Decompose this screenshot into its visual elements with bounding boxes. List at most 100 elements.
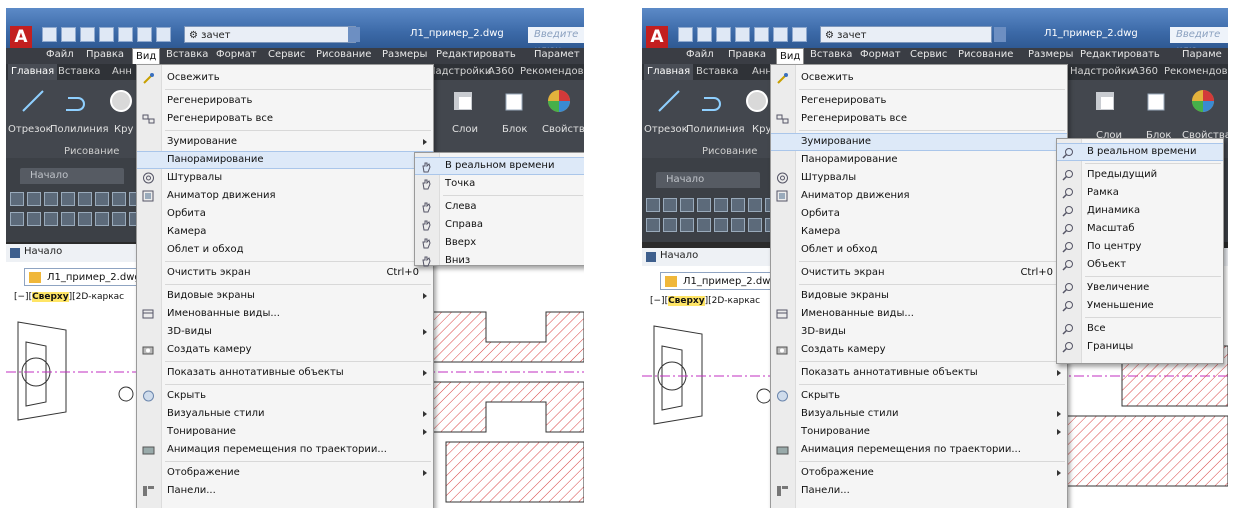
polyline-tool-icon[interactable] bbox=[64, 88, 90, 114]
menu-item-7[interactable]: Орбита bbox=[137, 205, 433, 223]
menu-item-4[interactable]: Панорамирование bbox=[137, 151, 433, 169]
menu-item-2[interactable]: Регенерировать все bbox=[771, 110, 1067, 128]
menu-file[interactable]: Файл bbox=[686, 49, 714, 60]
menu-item-20[interactable]: Отображение bbox=[137, 464, 433, 482]
menu-item-8[interactable]: Камера bbox=[137, 223, 433, 241]
menu-item-21[interactable]: Панели... bbox=[771, 482, 1067, 500]
tab-annotate[interactable]: Анн bbox=[752, 66, 772, 77]
menu-item-16[interactable]: Скрыть bbox=[771, 387, 1067, 405]
save-as-icon[interactable] bbox=[735, 27, 750, 42]
submenu-item-4[interactable]: Вверх bbox=[415, 234, 584, 252]
drawing-tab[interactable]: Л1_пример_2.dwg bbox=[24, 268, 144, 286]
menu-item-5[interactable]: Штурвалы bbox=[137, 169, 433, 187]
toolbar-tool-icon[interactable] bbox=[27, 212, 41, 226]
menu-edit[interactable]: Правка bbox=[86, 49, 124, 60]
polyline-tool-icon[interactable] bbox=[700, 88, 726, 114]
toolbar-tool-icon[interactable] bbox=[646, 218, 660, 232]
save-as-icon[interactable] bbox=[99, 27, 114, 42]
toolbar-tool-icon[interactable] bbox=[10, 192, 24, 206]
undo-icon[interactable] bbox=[773, 27, 788, 42]
circle-tool-icon[interactable] bbox=[108, 88, 134, 114]
menu-item-11[interactable]: Видовые экраны bbox=[137, 287, 433, 305]
toolbar-tool-icon[interactable] bbox=[112, 212, 126, 226]
circle-tool-icon[interactable] bbox=[744, 88, 770, 114]
menu-item-6[interactable]: Аниматор движения bbox=[771, 187, 1067, 205]
menu-item-3[interactable]: Зумирование bbox=[771, 133, 1067, 151]
print-icon[interactable] bbox=[118, 27, 133, 42]
submenu-item-7[interactable]: Увеличение bbox=[1057, 279, 1223, 297]
menu-item-21[interactable]: Панели... bbox=[137, 482, 433, 500]
toolbar-tool-icon[interactable] bbox=[714, 198, 728, 212]
menu-item-10[interactable]: Очистить экран Ctrl+0 bbox=[771, 264, 1067, 282]
menu-modify[interactable]: Редактировать bbox=[436, 49, 516, 60]
file-tab-label[interactable]: Начало bbox=[24, 246, 62, 257]
workspace-menu-arrow-icon[interactable] bbox=[348, 27, 360, 42]
open-file-icon[interactable] bbox=[61, 27, 76, 42]
submenu-item-8[interactable]: Уменьшение bbox=[1057, 297, 1223, 315]
menu-insert[interactable]: Вставка bbox=[810, 49, 852, 60]
new-file-icon[interactable] bbox=[42, 27, 57, 42]
toolbar-tool-icon[interactable] bbox=[714, 218, 728, 232]
menu-item-4[interactable]: Панорамирование bbox=[771, 151, 1067, 169]
menu-view[interactable]: Вид bbox=[776, 48, 805, 65]
menu-item-7[interactable]: Орбита bbox=[771, 205, 1067, 223]
tab-insert[interactable]: Вставка bbox=[696, 66, 738, 77]
menu-draw[interactable]: Рисование bbox=[316, 49, 371, 60]
save-icon[interactable] bbox=[80, 27, 95, 42]
toolbar-tool-icon[interactable] bbox=[10, 212, 24, 226]
menu-item-13[interactable]: 3D-виды bbox=[137, 323, 433, 341]
submenu-item-2[interactable]: Рамка bbox=[1057, 184, 1223, 202]
tab-insert[interactable]: Вставка bbox=[58, 66, 100, 77]
toolbar-tool-icon[interactable] bbox=[95, 192, 109, 206]
tab-a360[interactable]: А360 bbox=[1132, 66, 1158, 77]
menu-item-10[interactable]: Очистить экран Ctrl+0 bbox=[137, 264, 433, 282]
menu-item-5[interactable]: Штурвалы bbox=[771, 169, 1067, 187]
workspace-dropdown[interactable]: ⚙ зачет bbox=[820, 26, 992, 43]
submenu-item-0[interactable]: В реальном времени bbox=[1057, 143, 1223, 161]
search-input[interactable]: Введите клю bbox=[1170, 27, 1228, 56]
toolbar-tool-icon[interactable] bbox=[61, 192, 75, 206]
toolbar-tool-icon[interactable] bbox=[680, 218, 694, 232]
toolbar-tool-icon[interactable] bbox=[44, 212, 58, 226]
viewport-label[interactable]: [−][Сверху][2D-каркас bbox=[14, 292, 124, 302]
submenu-item-3[interactable]: Динамика bbox=[1057, 202, 1223, 220]
submenu-item-2[interactable]: Слева bbox=[415, 198, 584, 216]
menu-item-1[interactable]: Регенерировать bbox=[771, 92, 1067, 110]
properties-icon[interactable] bbox=[1190, 88, 1216, 114]
workspace-menu-arrow-icon[interactable] bbox=[994, 27, 1006, 42]
submenu-item-9[interactable]: Все bbox=[1057, 320, 1223, 338]
redo-icon[interactable] bbox=[792, 27, 807, 42]
tab-annotate[interactable]: Анн bbox=[112, 66, 132, 77]
menu-item-19[interactable]: Анимация перемещения по траектории... bbox=[137, 441, 433, 459]
autocad-logo-icon[interactable]: A bbox=[10, 26, 32, 48]
toolbar-tool-icon[interactable] bbox=[663, 218, 677, 232]
tab-featured[interactable]: Рекомендова bbox=[1164, 66, 1228, 77]
menu-item-14[interactable]: Создать камеру bbox=[771, 341, 1067, 359]
menu-item-8[interactable]: Камера bbox=[771, 223, 1067, 241]
tab-home[interactable]: Главная bbox=[644, 64, 694, 80]
layers-icon[interactable] bbox=[1092, 88, 1118, 114]
toolbar-tool-icon[interactable] bbox=[27, 192, 41, 206]
menu-item-18[interactable]: Тонирование bbox=[771, 423, 1067, 441]
viewport-label[interactable]: [−][Сверху][2D-каркас bbox=[650, 296, 760, 306]
menu-view[interactable]: Вид bbox=[132, 48, 161, 65]
menu-item-17[interactable]: Визуальные стили bbox=[137, 405, 433, 423]
menu-file[interactable]: Файл bbox=[46, 49, 74, 60]
start-tab[interactable]: Начало bbox=[656, 172, 760, 188]
tab-featured[interactable]: Рекомендова bbox=[520, 66, 584, 77]
search-input[interactable]: Введите ключ bbox=[528, 27, 584, 56]
redo-icon[interactable] bbox=[156, 27, 171, 42]
submenu-item-5[interactable]: По центру bbox=[1057, 238, 1223, 256]
tab-a360[interactable]: А360 bbox=[488, 66, 514, 77]
menu-item-12[interactable]: Именованные виды... bbox=[771, 305, 1067, 323]
menu-tools[interactable]: Сервис bbox=[268, 49, 305, 60]
menu-item-0[interactable]: Освежить bbox=[771, 69, 1067, 87]
undo-icon[interactable] bbox=[137, 27, 152, 42]
menu-item-0[interactable]: Освежить bbox=[137, 69, 433, 87]
line-tool-icon[interactable] bbox=[20, 88, 46, 114]
menu-item-9[interactable]: Облет и обход bbox=[771, 241, 1067, 259]
menu-format[interactable]: Формат bbox=[860, 49, 901, 60]
tab-addins[interactable]: Надстройки bbox=[1070, 66, 1133, 77]
tab-home[interactable]: Главная bbox=[8, 64, 58, 80]
menu-item-3[interactable]: Зумирование bbox=[137, 133, 433, 151]
